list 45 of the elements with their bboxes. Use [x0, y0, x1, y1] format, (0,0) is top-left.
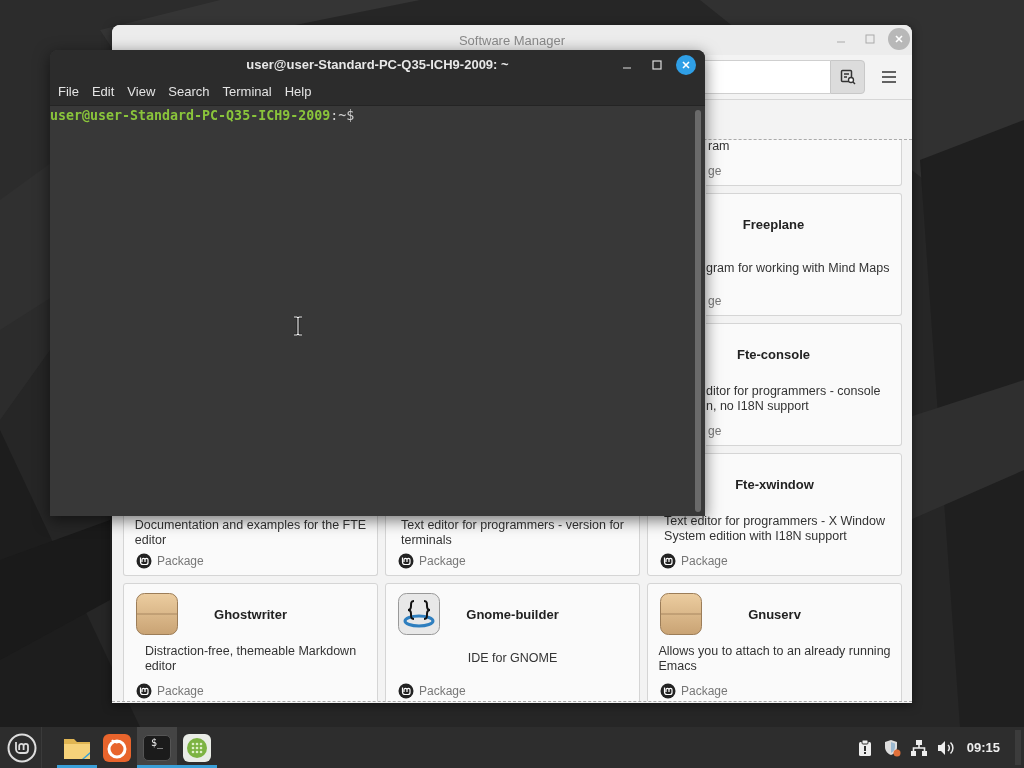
package-description: Allows you to attach to an already running Emacs: [658, 643, 891, 674]
package-card[interactable]: Freeplane gram for working with Mind Maps ge: [706, 193, 902, 316]
package-card[interactable]: Gnome-builder IDE for GNOME Package: [385, 583, 640, 701]
terminal-icon: $_: [143, 734, 171, 761]
package-description: Text editor for programmers - version for terminals: [401, 517, 624, 548]
package-card[interactable]: Ghostwriter Distraction-free, themeable Markdown editor Package: [123, 583, 378, 701]
package-card[interactable]: Text editor for programmers - version for terminals Package: [385, 516, 640, 576]
package-name: Gnuserv: [748, 606, 801, 622]
package-description: Distraction-free, themeable Markdown editor: [144, 643, 357, 674]
package-source: Package: [419, 684, 466, 698]
package-source: Package: [157, 554, 204, 568]
window-title: Software Manager: [458, 32, 566, 48]
package-description: Documentation and examples for the FTE editor: [134, 517, 367, 548]
package-description: IDE for GNOME: [467, 651, 558, 666]
package-source: ge: [708, 294, 722, 308]
prompt-host: user@user-Standard-PC-Q35-ICH9-2009: [50, 108, 331, 123]
clock[interactable]: 09:15: [966, 740, 1000, 755]
package-card[interactable]: ram ge: [706, 140, 902, 186]
package-name: Freeplane: [742, 216, 805, 232]
package-name: Fte-xwindow: [735, 476, 814, 492]
package-name: Gnome-builder: [466, 606, 559, 622]
menu-item[interactable]: Search: [163, 79, 215, 104]
package-source: Package: [681, 554, 728, 568]
menu-item[interactable]: Edit: [86, 79, 120, 104]
prompt-path: :~$: [330, 108, 355, 123]
package-card[interactable]: Documentation and examples for the FTE editor Package: [123, 516, 378, 576]
package-source: Package: [681, 684, 728, 698]
menu-item[interactable]: File: [53, 79, 84, 104]
package-source: Package: [419, 554, 466, 568]
package-source: ge: [708, 424, 722, 438]
menu-item[interactable]: Terminal: [217, 79, 277, 104]
menu-item[interactable]: Help: [279, 79, 317, 104]
package-description: gram for working with Mind Maps: [706, 261, 890, 276]
package-source: Package: [157, 684, 204, 698]
package-source: ge: [708, 164, 722, 178]
menu-item[interactable]: View: [122, 79, 161, 104]
package-description: Text editor for programmers - X Window System edition with I18N support: [664, 513, 885, 544]
package-name: Fte-console: [737, 346, 810, 362]
package-name: Ghostwriter: [214, 606, 287, 622]
package-description: ram: [708, 140, 730, 154]
package-card[interactable]: Fte-console ditor for programmers - console n, no I18N support ge: [706, 323, 902, 446]
taskbar-app[interactable]: $_: [137, 727, 177, 768]
package-card[interactable]: Gnuserv Allows you to attach to an already running Emacs Package: [647, 583, 902, 701]
window-title: user@user-Standard-PC-Q35-ICH9-2009: ~: [246, 56, 509, 72]
package-description: ditor for programmers - console n, no I18N support: [706, 383, 881, 414]
